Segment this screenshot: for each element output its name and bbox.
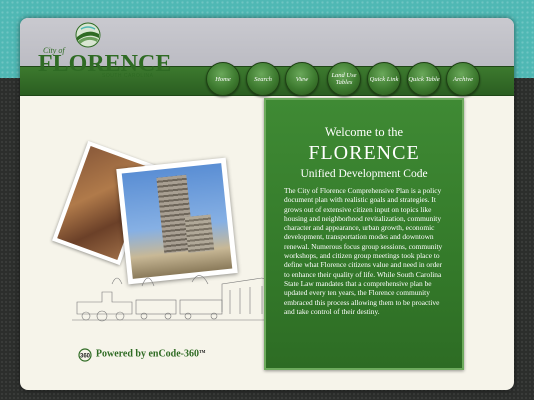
welcome-heading: Welcome to the [324,125,404,139]
panel-body-text: The City of Florence Comprehensive Plan … [284,186,443,316]
view-label: View [295,75,309,83]
home-label: Home [215,75,231,83]
svg-text:360: 360 [80,354,91,360]
encode-360-logo-icon: 360 [78,348,92,362]
archive-label: Archive [453,75,473,83]
land-use-tables-label: Land Use Tables [331,72,357,86]
quick-table-label: Quick Table [408,75,440,83]
search-button[interactable]: Search [246,62,280,96]
powered-by[interactable]: 360 Powered by enCode-360TM [76,348,205,362]
panel-title: FLORENCE [308,142,420,164]
logo-state: SOUTH CAROLINA [102,73,154,79]
quick-link-button[interactable]: Quick Link [367,62,401,96]
city-seal-icon [75,22,101,48]
train-sketch-illustration [72,275,282,322]
land-use-tables-button[interactable]: Land Use Tables [327,62,361,96]
archive-button[interactable]: Archive [446,62,480,96]
powered-by-text: Powered by enCode-360 [95,348,200,360]
view-button[interactable]: View [285,62,319,96]
quick-link-label: Quick Link [369,75,399,83]
panel-subtitle: Unified Development Code [300,168,428,180]
city-logo[interactable]: City of FLORENCE SOUTH CAROLINA [38,22,171,82]
trademark: TM [199,349,206,355]
welcome-panel: Welcome to the FLORENCE Unified Developm… [264,98,464,370]
main-nav: Home Search View Land Use Tables Quick L… [206,62,506,98]
quick-table-button[interactable]: Quick Table [407,62,441,96]
home-button[interactable]: Home [206,62,240,96]
search-label: Search [254,75,272,83]
